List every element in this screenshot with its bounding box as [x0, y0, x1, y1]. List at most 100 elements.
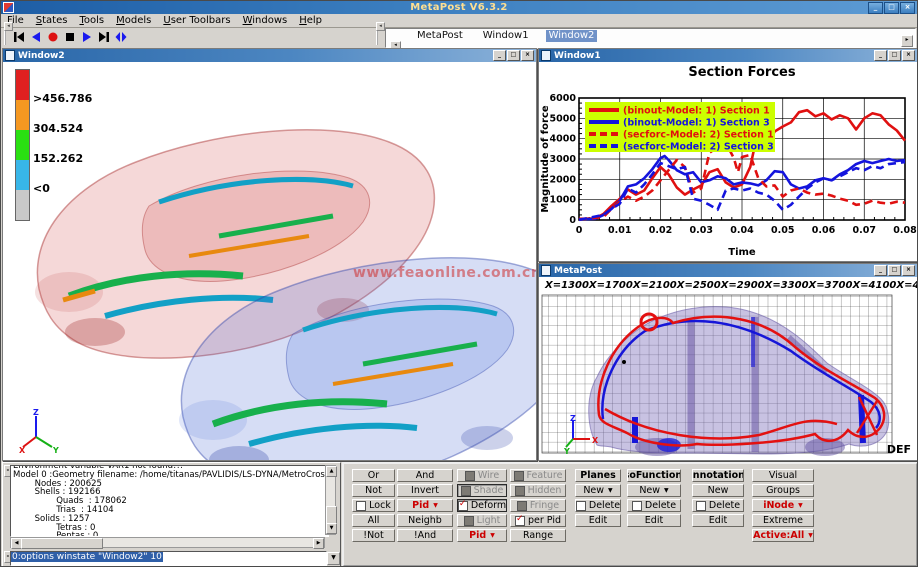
section-x-labels: X=1300X=1700X=2100X=2500X=2900X=3300X=37… [545, 280, 905, 291]
tab-window1[interactable]: Window1 [480, 30, 532, 42]
panel-and-button-c1r0[interactable]: And [397, 469, 453, 482]
delete-checkbox-icon[interactable] [696, 501, 706, 511]
panel-inode-dropdown-c7r2[interactable]: iNode▼ [752, 499, 814, 512]
window-icon [5, 50, 15, 61]
minimize-icon[interactable]: _ [493, 50, 506, 61]
metapost-window-titlebar[interactable]: MetaPost _ □ × [539, 264, 917, 277]
panel-groups-button-c7r1[interactable]: Groups [752, 484, 814, 497]
chart-viewport[interactable]: Section ForcesMagnitude of forceTime00.0… [539, 62, 917, 261]
loop-icon[interactable] [113, 29, 128, 44]
console-output[interactable]: Environment variable VAR1 not found!!!Mo… [10, 465, 329, 537]
panel-edit-button-c4r3[interactable]: Edit [575, 514, 621, 527]
section-viewport[interactable]: X=1300X=1700X=2100X=2500X=2900X=3300X=37… [539, 277, 917, 460]
chevron-down-icon[interactable]: ▼ [798, 500, 803, 511]
panel-edit-button-c5r3[interactable]: Edit [627, 514, 681, 527]
scrollbar-thumb[interactable] [21, 538, 103, 549]
stop-icon[interactable] [62, 29, 77, 44]
panel-button-label: Edit [709, 515, 727, 526]
section-x-label: X=1700 [589, 280, 633, 291]
toolbar-grip[interactable]: ◂ [4, 29, 11, 45]
colorbar-segment [16, 130, 29, 160]
panel-new-dropdown-c4r1[interactable]: New▼ [575, 484, 621, 497]
delete-checkbox-icon[interactable] [576, 501, 586, 511]
command-history-icon[interactable]: ▼ [327, 552, 340, 565]
panel-extreme-button-c7r3[interactable]: Extreme [752, 514, 814, 527]
panel-and-button-c1r4[interactable]: !And [397, 529, 453, 542]
play-reverse-icon[interactable] [28, 29, 43, 44]
panel-pid-dropdown-c2r4[interactable]: Pid▼ [457, 529, 507, 542]
chevron-down-icon[interactable]: ▼ [808, 530, 813, 541]
console-vertical-scrollbar[interactable]: ▲ ▼ [325, 465, 336, 535]
window1-titlebar[interactable]: Window1 _ □ × [539, 49, 917, 62]
tab-metapost[interactable]: MetaPost [414, 30, 466, 42]
command-input[interactable]: 0:options winstate "Window2" 10 [10, 551, 327, 566]
lock-checkbox-icon[interactable] [356, 501, 366, 511]
panel-visual-button-c7r0[interactable]: Visual [752, 469, 814, 482]
svg-text:X: X [592, 436, 599, 445]
panel-annotations-header-c6r0[interactable]: Annotations [692, 469, 744, 482]
main-titlebar[interactable]: MetaPost V6.3.2 _ □ × [1, 1, 917, 14]
console-horizontal-scrollbar[interactable]: ◀ ▶ [10, 537, 325, 548]
close-icon[interactable]: × [902, 50, 915, 61]
tabbar-grip[interactable]: ◂ [376, 29, 383, 45]
panel-all-button-c0r3[interactable]: All [352, 514, 395, 527]
scroll-up-icon[interactable]: ▲ [326, 466, 337, 477]
minimize-icon[interactable]: _ [874, 265, 887, 276]
panel-neighb-button-c1r3[interactable]: Neighb [397, 514, 453, 527]
record-icon[interactable] [45, 29, 60, 44]
close-icon[interactable]: × [902, 265, 915, 276]
skip-to-end-icon[interactable] [96, 29, 111, 44]
menu-windows[interactable]: Windows [237, 15, 294, 26]
panel-not-button-c0r4[interactable]: !Not [352, 529, 395, 542]
panel-delete-checkbox-c4r2[interactable]: Delete [575, 499, 621, 512]
panel-isofunctions-header-c5r0[interactable]: IsoFunctions [627, 469, 681, 482]
maximize-icon[interactable]: □ [884, 2, 899, 14]
minimize-icon[interactable]: _ [868, 2, 883, 14]
panel-lock-checkbox-c0r2[interactable]: Lock [352, 499, 395, 512]
panel-invert-button-c1r1[interactable]: Invert [397, 484, 453, 497]
panel-deform-checkbox-c2r2[interactable]: Deform [457, 499, 507, 512]
menu-help[interactable]: Help [293, 15, 328, 26]
scroll-down-icon[interactable]: ▼ [326, 523, 337, 534]
panel-pid-dropdown-c1r2[interactable]: Pid▼ [397, 499, 453, 512]
menu-models[interactable]: Models [110, 15, 157, 26]
panel-new-button-c6r1[interactable]: New [692, 484, 744, 497]
panel-delete-checkbox-c6r2[interactable]: Delete [692, 499, 744, 512]
delete-checkbox-icon[interactable] [632, 501, 642, 511]
window-tabstrip: MetaPostWindow1Window2 ◂ ▸ [385, 28, 916, 48]
panel-not-button-c0r1[interactable]: Not [352, 484, 395, 497]
per-pid-checkbox-icon[interactable] [515, 516, 525, 526]
menu-tools[interactable]: Tools [73, 15, 110, 26]
menu-states[interactable]: States [30, 15, 74, 26]
chevron-down-icon[interactable]: ▼ [664, 485, 669, 496]
panel-button-label: Light [477, 515, 501, 526]
chevron-down-icon[interactable]: ▼ [490, 530, 495, 541]
close-icon[interactable]: × [521, 50, 534, 61]
close-icon[interactable]: × [900, 2, 915, 14]
panel-edit-button-c6r3[interactable]: Edit [692, 514, 744, 527]
panel-range-button-c3r4[interactable]: Range [510, 529, 566, 542]
menu-user-toolbars[interactable]: User Toolbars [157, 15, 236, 26]
maximize-icon[interactable]: □ [507, 50, 520, 61]
scroll-right-icon[interactable]: ▶ [313, 538, 324, 549]
play-forward-icon[interactable] [79, 29, 94, 44]
skip-to-start-icon[interactable] [11, 29, 26, 44]
section-x-label: X=1300 [545, 280, 589, 291]
panel-new-dropdown-c5r1[interactable]: New▼ [627, 484, 681, 497]
deform-checkbox-icon[interactable] [458, 501, 468, 511]
chevron-down-icon[interactable]: ▼ [608, 485, 613, 496]
window2-titlebar[interactable]: Window2 _ □ × [3, 49, 536, 62]
model-viewport[interactable]: >456.786304.524152.262<0 www.feaonline.c… [3, 62, 536, 460]
panel-delete-checkbox-c5r2[interactable]: Delete [627, 499, 681, 512]
panel-or-button-c0r0[interactable]: Or [352, 469, 395, 482]
chevron-down-icon[interactable]: ▼ [433, 500, 438, 511]
maximize-icon[interactable]: □ [888, 265, 901, 276]
maximize-icon[interactable]: □ [888, 50, 901, 61]
panel-per-pid-checkbox-c3r3[interactable]: per Pid [510, 514, 566, 527]
minimize-icon[interactable]: _ [874, 50, 887, 61]
panel-active-all-dropdown-c7r4[interactable]: Active:All▼ [752, 529, 814, 542]
tabbar-detach-icon[interactable]: ◂ [376, 22, 385, 31]
tab-window2[interactable]: Window2 [546, 30, 598, 42]
panel-planes-header-c4r0[interactable]: Planes [575, 469, 621, 482]
tab-scroll-right-icon[interactable]: ▸ [901, 35, 913, 47]
